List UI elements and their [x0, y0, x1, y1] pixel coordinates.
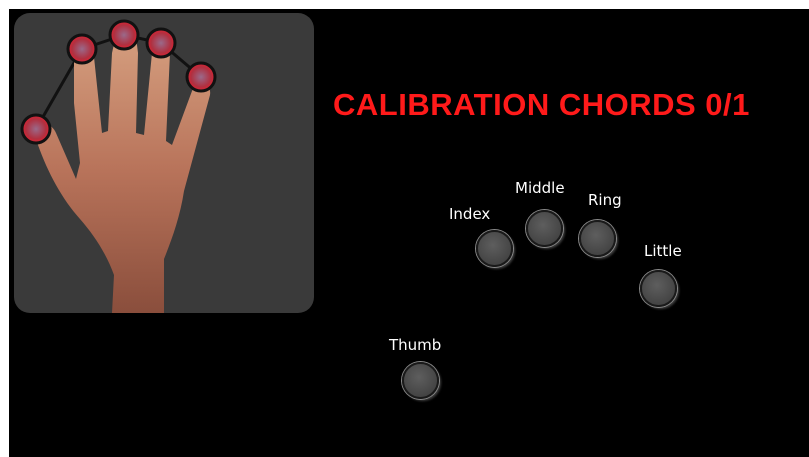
thumb-label: Thumb: [389, 336, 442, 354]
calibration-screen: CALIBRATION CHORDS 0/1 Index Middle Ring…: [9, 9, 809, 457]
ring-finger-label: Ring: [588, 191, 622, 209]
thumb-button[interactable]: [402, 362, 439, 399]
little-finger-label: Little: [644, 242, 682, 260]
ring-finger-button[interactable]: [579, 220, 616, 257]
index-finger-label: Index: [449, 205, 491, 223]
little-finger-button[interactable]: [640, 270, 677, 307]
middle-finger-label: Middle: [515, 179, 565, 197]
hand-silhouette: [36, 29, 211, 313]
hand-preview-panel: [14, 13, 314, 313]
middle-finger-button[interactable]: [526, 210, 563, 247]
calibration-title: CALIBRATION CHORDS 0/1: [333, 87, 750, 122]
index-finger-button[interactable]: [476, 230, 513, 267]
hand-image: [20, 19, 217, 313]
